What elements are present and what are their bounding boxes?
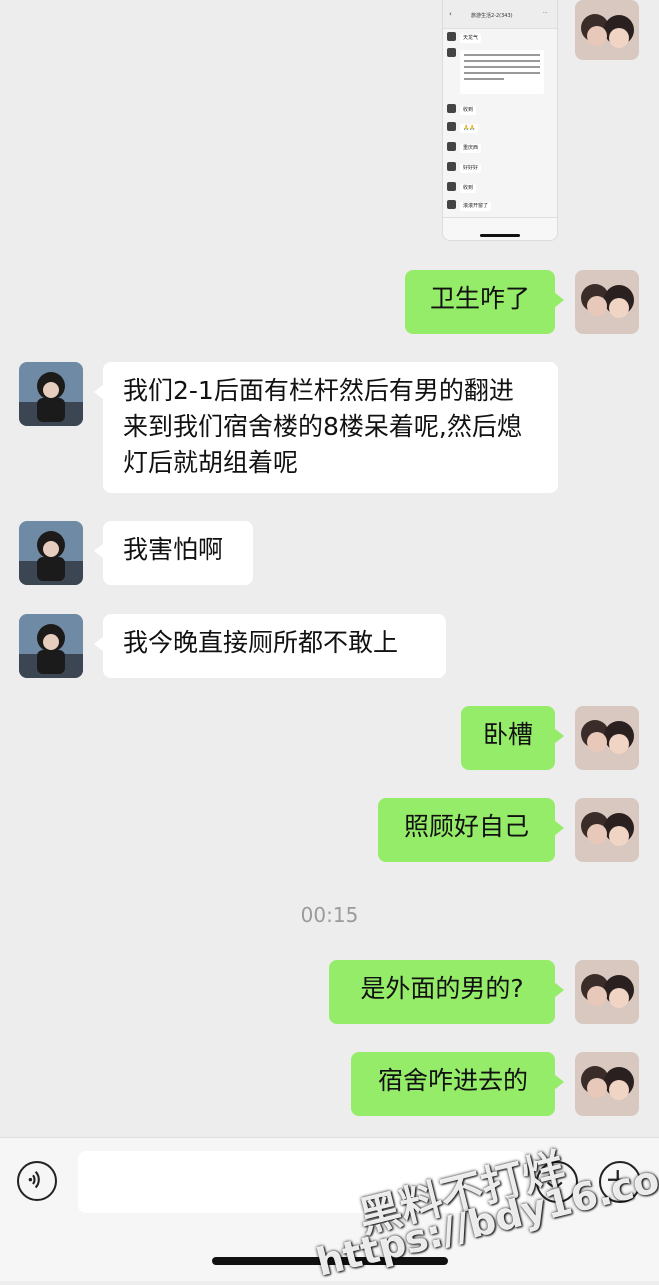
embedded-avatar xyxy=(447,200,456,209)
embedded-message: 滚滚开窗了 xyxy=(460,202,492,211)
my-avatar-photo-icon xyxy=(575,706,639,770)
message-timestamp: 00:15 xyxy=(300,903,359,927)
my-avatar[interactable] xyxy=(575,0,639,60)
contact-avatar[interactable] xyxy=(19,614,83,678)
embedded-group-title: 旅游生活2-2(343) xyxy=(471,13,513,19)
my-avatar[interactable] xyxy=(575,1052,639,1116)
embedded-avatar xyxy=(447,122,456,131)
my-avatar-photo-icon xyxy=(575,1052,639,1116)
my-avatar[interactable] xyxy=(575,706,639,770)
message-bubble-incoming[interactable]: 我害怕啊 xyxy=(94,521,253,585)
embedded-chat-screenshot[interactable]: ‹ 旅游生活2-2(343) ··· 天龙气 收到 🙏🙏 重庆西 好好好 收到 … xyxy=(442,0,558,241)
embedded-avatar xyxy=(447,32,456,41)
embedded-message: 好好好 xyxy=(460,164,482,173)
embedded-message: 收到 xyxy=(460,106,477,115)
embedded-message: 重庆西 xyxy=(460,144,482,153)
contact-avatar-photo-icon xyxy=(19,521,83,585)
message-bubble-outgoing[interactable]: 照顾好自己 xyxy=(378,798,564,862)
embedded-avatar xyxy=(447,162,456,171)
message-bubble-incoming[interactable]: 我们2-1后面有栏杆然后有男的翻进来到我们宿舍楼的8楼呆着呢,然后熄灯后就胡组着… xyxy=(94,362,558,493)
message-bubble-outgoing[interactable]: 是外面的男的? xyxy=(329,960,564,1024)
message-bubble-outgoing[interactable]: 卧槽 xyxy=(461,706,564,770)
contact-avatar[interactable] xyxy=(19,521,83,585)
my-avatar-photo-icon xyxy=(575,0,639,60)
embedded-home-indicator xyxy=(480,234,520,237)
my-avatar[interactable] xyxy=(575,798,639,862)
my-avatar[interactable] xyxy=(575,270,639,334)
embedded-message: 收到 xyxy=(460,184,477,193)
my-avatar-photo-icon xyxy=(575,798,639,862)
my-avatar-photo-icon xyxy=(575,270,639,334)
contact-avatar-photo-icon xyxy=(19,362,83,426)
embedded-avatar xyxy=(447,104,456,113)
embedded-header: ‹ 旅游生活2-2(343) ··· xyxy=(443,0,557,29)
embedded-more-icon: ··· xyxy=(543,10,548,16)
my-avatar-photo-icon xyxy=(575,960,639,1024)
embedded-avatar xyxy=(447,48,456,57)
embedded-message: 🙏🙏 xyxy=(460,124,479,133)
embedded-message: 天龙气 xyxy=(460,34,482,43)
message-bubble-outgoing[interactable]: 宿舍咋进去的 xyxy=(351,1052,564,1116)
embedded-avatar xyxy=(447,182,456,191)
embedded-avatar xyxy=(447,142,456,151)
contact-avatar-photo-icon xyxy=(19,614,83,678)
voice-button[interactable] xyxy=(17,1161,57,1201)
embedded-long-message xyxy=(460,50,544,94)
message-bubble-outgoing[interactable]: 卫生咋了 xyxy=(405,270,564,334)
embedded-back-icon: ‹ xyxy=(449,10,452,18)
my-avatar[interactable] xyxy=(575,960,639,1024)
voice-icon xyxy=(28,1171,40,1189)
message-bubble-incoming[interactable]: 我今晚直接厕所都不敢上 xyxy=(94,614,446,678)
contact-avatar[interactable] xyxy=(19,362,83,426)
